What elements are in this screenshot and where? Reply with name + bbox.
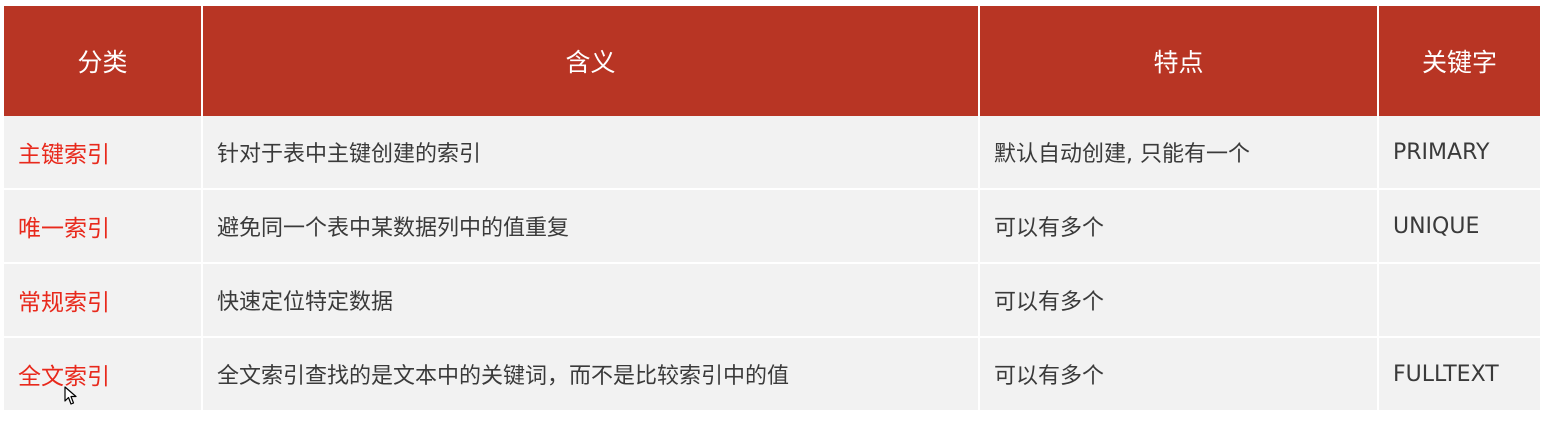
category-cell: 全文索引 xyxy=(4,338,203,410)
meaning-cell: 针对于表中主键创建的索引 xyxy=(203,116,980,190)
keyword-cell xyxy=(1379,264,1540,338)
header-feature: 特点 xyxy=(980,6,1379,116)
mouse-pointer-icon xyxy=(64,386,77,405)
table-row: 全文索引 全文索引查找的是文本中的关键词，而不是比较索引中的值 可以有多个 FU… xyxy=(4,338,1540,410)
index-types-table: 分类 含义 特点 关键字 主键索引 针对于表中主键创建的索引 默认自动创建, 只… xyxy=(4,6,1540,410)
meaning-cell: 避免同一个表中某数据列中的值重复 xyxy=(203,190,980,264)
feature-cell: 可以有多个 xyxy=(980,264,1379,338)
meaning-cell: 全文索引查找的是文本中的关键词，而不是比较索引中的值 xyxy=(203,338,980,410)
keyword-cell: UNIQUE xyxy=(1379,190,1540,264)
table-row: 主键索引 针对于表中主键创建的索引 默认自动创建, 只能有一个 PRIMARY xyxy=(4,116,1540,190)
header-category: 分类 xyxy=(4,6,203,116)
slide: 分类 含义 特点 关键字 主键索引 针对于表中主键创建的索引 默认自动创建, 只… xyxy=(0,0,1544,421)
keyword-cell: FULLTEXT xyxy=(1379,338,1540,410)
category-cell: 唯一索引 xyxy=(4,190,203,264)
keyword-cell: PRIMARY xyxy=(1379,116,1540,190)
header-meaning: 含义 xyxy=(203,6,980,116)
category-cell: 常规索引 xyxy=(4,264,203,338)
header-row: 分类 含义 特点 关键字 xyxy=(4,6,1540,116)
feature-cell: 可以有多个 xyxy=(980,190,1379,264)
meaning-cell: 快速定位特定数据 xyxy=(203,264,980,338)
header-keyword: 关键字 xyxy=(1379,6,1540,116)
table-row: 唯一索引 避免同一个表中某数据列中的值重复 可以有多个 UNIQUE xyxy=(4,190,1540,264)
table-row: 常规索引 快速定位特定数据 可以有多个 xyxy=(4,264,1540,338)
feature-cell: 可以有多个 xyxy=(980,338,1379,410)
category-cell: 主键索引 xyxy=(4,116,203,190)
feature-cell: 默认自动创建, 只能有一个 xyxy=(980,116,1379,190)
